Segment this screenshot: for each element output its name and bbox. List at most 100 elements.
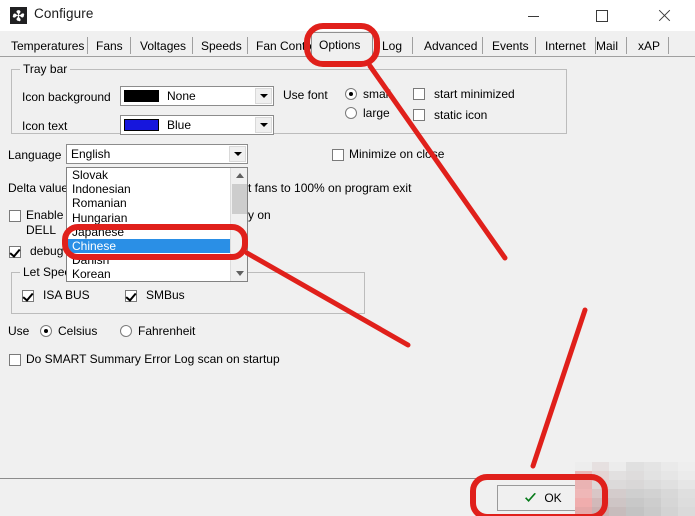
font-large-label: large [363, 106, 390, 120]
font-large-radio[interactable] [345, 107, 357, 119]
tab-separator [626, 37, 627, 54]
language-dropdown-items: Slovak Indonesian Romanian Hungarian Japanes… [67, 168, 230, 282]
smart-scan-checkbox[interactable] [9, 354, 21, 366]
tab-temperatures[interactable]: Temperatures [4, 34, 88, 57]
tab-options[interactable]: Options [311, 32, 373, 57]
configure-window: Configure Temperatures Fans Voltages Speeds… [0, 0, 695, 516]
tab-label: Log [382, 38, 403, 53]
title-bar: Configure [0, 0, 695, 32]
tray-bar-group-title: Tray bar [20, 62, 71, 76]
static-icon-label: static icon [434, 108, 488, 122]
icon-background-label: Icon background [22, 90, 111, 104]
tab-label: Fan Control [256, 38, 319, 53]
icon-text-combo[interactable]: Blue [120, 115, 274, 135]
smbus-checkbox[interactable] [125, 290, 137, 302]
tab-separator [535, 37, 536, 54]
dropdown-item-romanian[interactable]: Romanian [67, 196, 230, 210]
chevron-down-icon[interactable] [255, 117, 272, 133]
mosaic-block [660, 507, 679, 516]
language-combo[interactable]: English [66, 144, 248, 164]
tab-label: Internet [545, 38, 586, 53]
debug-label: debug [30, 244, 64, 258]
close-button[interactable] [641, 0, 687, 31]
fahrenheit-label: Fahrenheit [138, 324, 196, 338]
tab-advanced[interactable]: Advanced [417, 34, 483, 57]
tab-separator [247, 37, 248, 54]
tab-label: Voltages [140, 38, 187, 53]
icon-text-swatch [124, 119, 159, 131]
minimize-on-close-label: Minimize on close [349, 147, 445, 161]
maximize-icon [596, 9, 608, 22]
dropdown-item-japanese[interactable]: Japanese [67, 225, 230, 239]
ok-button-label: OK [544, 491, 562, 505]
scroll-up-icon[interactable] [231, 168, 248, 183]
font-small-label: small [363, 87, 392, 101]
isa-bus-label: ISA BUS [43, 288, 90, 302]
chevron-down-icon[interactable] [255, 88, 272, 104]
static-icon-checkbox[interactable] [413, 109, 425, 121]
fans-exit-label: t fans to 100% on program exit [248, 181, 412, 195]
tab-label: Fans [96, 38, 123, 53]
tab-label: Options [319, 38, 361, 52]
dropdown-scrollbar[interactable] [230, 168, 247, 281]
tab-label: Advanced [424, 38, 478, 53]
dropdown-item-chinese[interactable]: Chinese [67, 238, 230, 254]
tab-xap[interactable]: xAP [631, 34, 669, 57]
tab-mail[interactable]: Mail [589, 34, 627, 57]
start-minimized-checkbox[interactable] [413, 88, 425, 100]
use-units-label: Use [8, 324, 30, 338]
dropdown-item-danish[interactable]: Danish [67, 253, 230, 267]
dropdown-item-indonesian[interactable]: Indonesian [67, 182, 230, 196]
font-small-radio[interactable] [345, 88, 357, 100]
celsius-label: Celsius [58, 324, 98, 338]
tab-separator [668, 37, 669, 54]
mosaic-block [626, 507, 645, 516]
chevron-down-icon[interactable] [229, 146, 246, 162]
icon-background-combo[interactable]: None [120, 86, 274, 106]
scroll-down-icon[interactable] [231, 266, 248, 281]
scrollbar-thumb[interactable] [232, 184, 247, 214]
start-minimized-label: start minimized [434, 87, 515, 101]
language-dropdown-list[interactable]: Slovak Indonesian Romanian Hungarian Japanes… [66, 167, 248, 282]
minimize-on-close-checkbox[interactable] [332, 149, 344, 161]
enable-checkbox[interactable] [9, 210, 21, 222]
fan-icon [10, 7, 27, 24]
tab-separator [192, 37, 193, 54]
enable-tail-label: y on [248, 208, 271, 222]
tab-label: Temperatures [11, 38, 85, 53]
smbus-label: SMBus [146, 288, 185, 302]
icon-background-value: None [167, 89, 196, 103]
tab-fans[interactable]: Fans [89, 34, 131, 57]
close-icon [658, 10, 670, 22]
window-title: Configure [34, 6, 94, 21]
tab-label: Events [492, 38, 529, 53]
fahrenheit-radio[interactable] [120, 325, 132, 337]
dell-label: DELL [26, 223, 57, 237]
celsius-radio[interactable] [40, 325, 52, 337]
use-font-label: Use font [283, 88, 328, 102]
debug-checkbox[interactable] [9, 246, 21, 258]
tab-separator [412, 37, 413, 54]
language-label: Language [8, 148, 62, 162]
language-value: English [71, 147, 111, 161]
pixelated-region [575, 462, 695, 516]
tab-events[interactable]: Events [485, 34, 536, 57]
mosaic-block [609, 507, 628, 516]
minimize-button[interactable] [510, 0, 556, 31]
tab-speeds[interactable]: Speeds [194, 34, 248, 57]
mosaic-block [677, 507, 695, 516]
isa-bus-checkbox[interactable] [22, 290, 34, 302]
tab-internet[interactable]: Internet [538, 34, 596, 57]
tab-log[interactable]: Log [375, 34, 413, 57]
icon-text-label: Icon text [22, 119, 68, 133]
dropdown-item-slovak[interactable]: Slovak [67, 168, 230, 182]
mosaic-block [643, 507, 662, 516]
tab-voltages[interactable]: Voltages [133, 34, 193, 57]
delta-value-label: Delta value [8, 181, 69, 195]
check-icon [525, 492, 537, 502]
dropdown-item-hungarian[interactable]: Hungarian [67, 211, 230, 225]
dropdown-item-korean[interactable]: Korean [67, 267, 230, 281]
enable-label: Enable [26, 208, 64, 222]
maximize-button[interactable] [579, 0, 625, 31]
tab-strip: Temperatures Fans Voltages Speeds Fan Contro… [0, 31, 695, 57]
